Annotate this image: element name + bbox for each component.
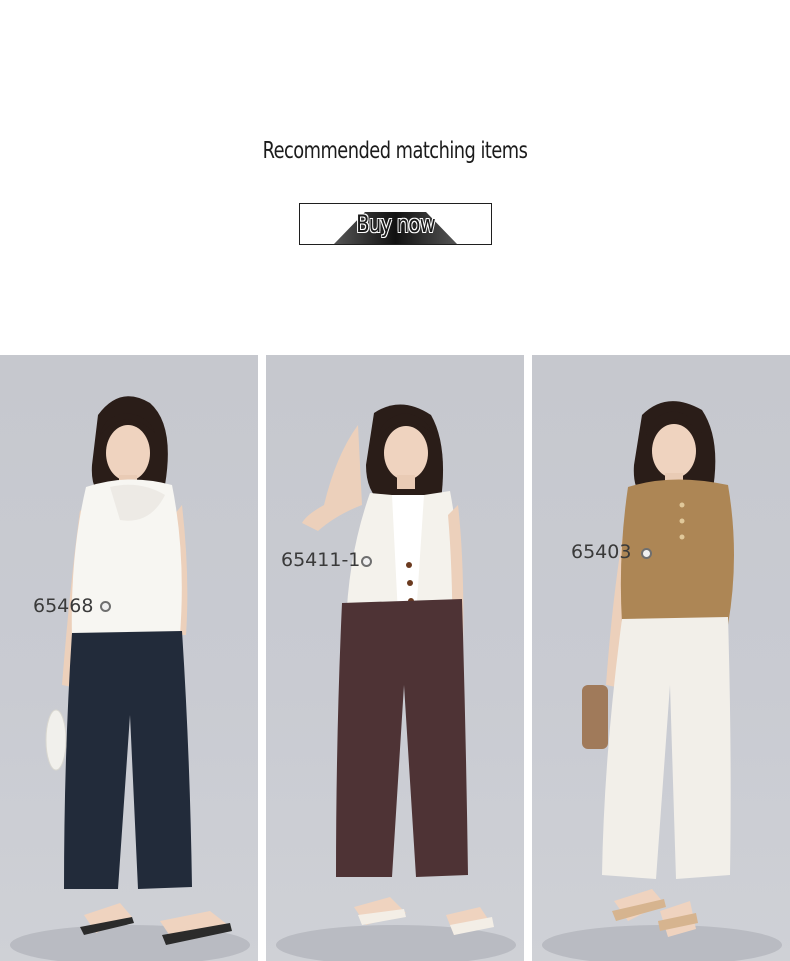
buy-now-label: Buy now — [356, 210, 436, 238]
product-photo-1[interactable]: 65468 — [0, 355, 258, 961]
product-code-label-1: 65468 — [33, 595, 94, 617]
model-illustration-2 — [276, 404, 516, 961]
model-illustration-3 — [542, 401, 782, 961]
section-heading: Recommended matching items — [262, 138, 528, 164]
buy-now-button[interactable]: Buy now — [299, 203, 492, 245]
hotspot-dot-1[interactable] — [100, 601, 111, 612]
hotspot-dot-3[interactable] — [641, 548, 652, 559]
product-code-label-3: 65403 — [571, 541, 632, 563]
hotspot-dot-2[interactable] — [361, 556, 372, 567]
model-illustration-1 — [10, 396, 250, 961]
product-photo-2[interactable]: 65411-1 — [266, 355, 524, 961]
product-photo-3[interactable]: 65403 — [532, 355, 790, 961]
product-code-label-2: 65411-1 — [281, 549, 361, 571]
